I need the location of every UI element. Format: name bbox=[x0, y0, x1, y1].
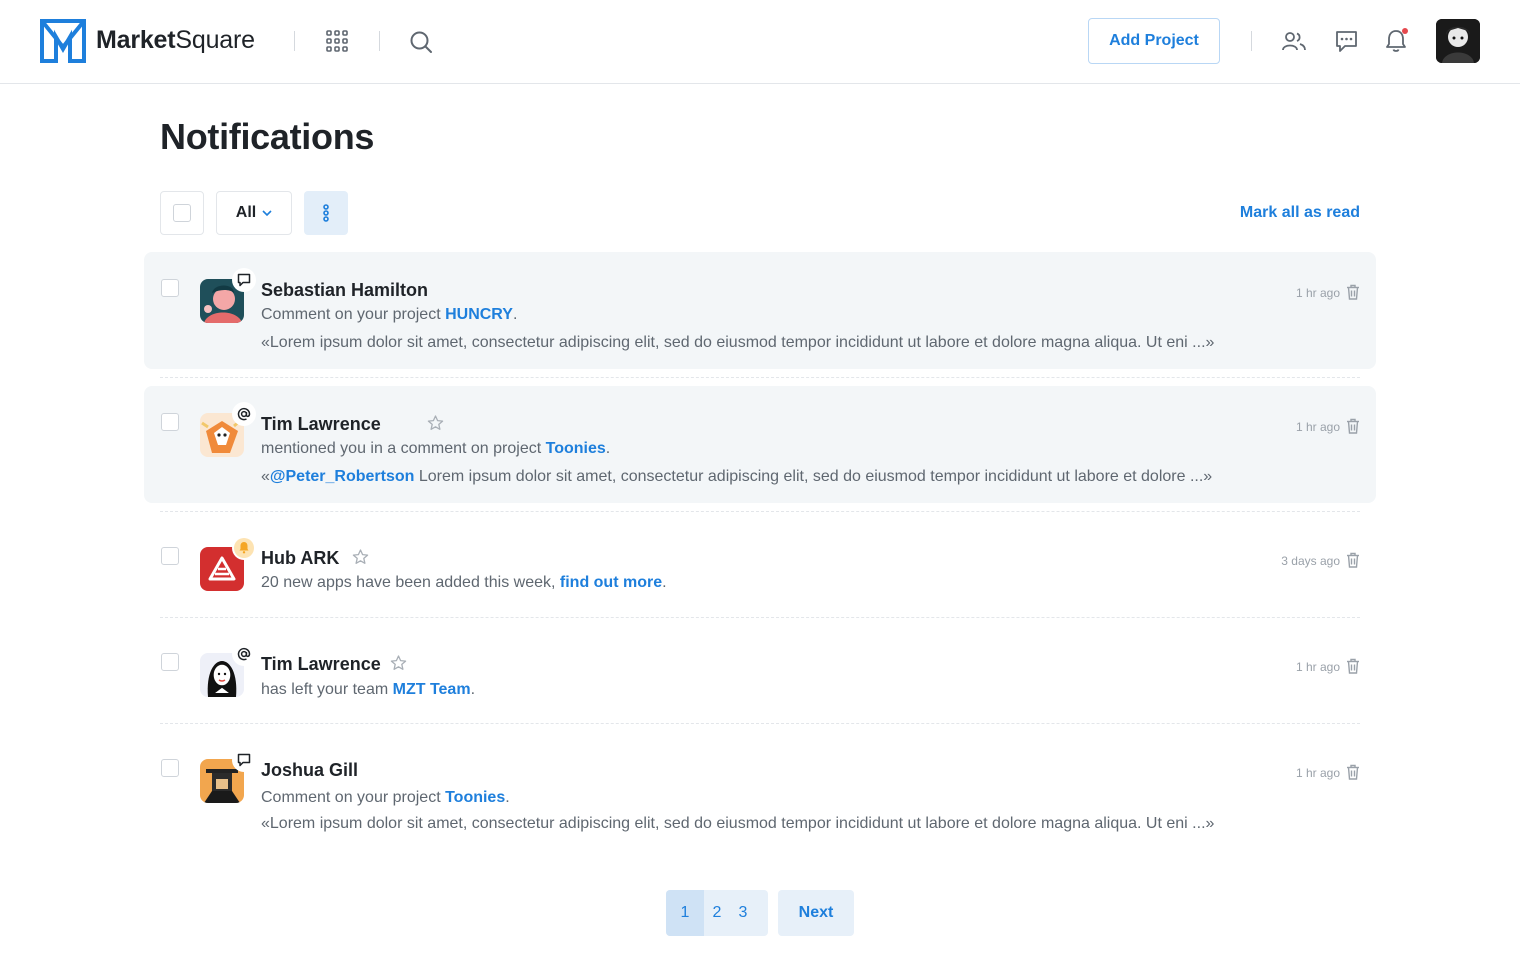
mention-link[interactable]: @Peter_Robertson bbox=[270, 468, 415, 485]
notification-sender-name[interactable]: Joshua Gill bbox=[261, 760, 358, 781]
project-link[interactable]: Toonies bbox=[445, 789, 505, 806]
notification-item[interactable]: Hub ARK 20 new apps have been added this… bbox=[144, 520, 1376, 610]
timestamp: 1 hr ago bbox=[1295, 766, 1340, 780]
brand-name[interactable]: MarketSquare bbox=[96, 26, 255, 55]
notification-action-text: mentioned you in a comment on project To… bbox=[261, 440, 611, 457]
notification-checkbox[interactable] bbox=[161, 279, 179, 297]
timestamp: 3 days ago bbox=[1281, 554, 1340, 568]
comment-excerpt: «Lorem ipsum dolor sit amet, consectetur… bbox=[261, 815, 1215, 832]
notification-checkbox[interactable] bbox=[161, 759, 179, 777]
find-out-more-link[interactable]: find out more bbox=[560, 574, 662, 591]
page-button-2[interactable]: 2 bbox=[704, 890, 730, 936]
notification-sender-name[interactable]: Tim Lawrence bbox=[261, 414, 381, 435]
team-link[interactable]: MZT Team bbox=[393, 681, 471, 698]
comment-icon bbox=[232, 268, 256, 292]
trash-icon[interactable] bbox=[1346, 658, 1360, 674]
user-avatar[interactable] bbox=[1436, 19, 1480, 63]
more-options-button[interactable] bbox=[304, 191, 348, 235]
chevron-down-icon bbox=[262, 210, 272, 216]
search-icon[interactable] bbox=[409, 30, 433, 54]
next-page-button[interactable]: Next bbox=[778, 890, 854, 936]
notification-item[interactable]: Sebastian Hamilton Comment on your proje… bbox=[144, 252, 1376, 369]
apps-grid-icon[interactable] bbox=[326, 30, 348, 52]
more-vertical-icon bbox=[323, 204, 329, 222]
messages-icon[interactable] bbox=[1335, 30, 1358, 53]
notification-checkbox[interactable] bbox=[161, 653, 179, 671]
unread-indicator-dot bbox=[1402, 28, 1408, 34]
page-button-1[interactable]: 1 bbox=[666, 890, 704, 936]
header-divider bbox=[294, 31, 295, 51]
timestamp: 1 hr ago bbox=[1295, 286, 1340, 300]
page-title: Notifications bbox=[160, 116, 375, 157]
add-project-button[interactable]: Add Project bbox=[1088, 18, 1220, 64]
notification-sender-name[interactable]: Sebastian Hamilton bbox=[261, 280, 428, 301]
notification-sender-name[interactable]: Tim Lawrence bbox=[261, 654, 381, 675]
star-icon[interactable] bbox=[427, 415, 444, 431]
top-header: MarketSquare Add Project bbox=[0, 0, 1520, 84]
marketsquare-logo[interactable] bbox=[40, 19, 86, 63]
header-divider bbox=[1251, 31, 1252, 51]
header-divider bbox=[379, 31, 380, 51]
trash-icon[interactable] bbox=[1346, 764, 1360, 780]
notification-action-text: 20 new apps have been added this week, f… bbox=[261, 574, 667, 591]
notification-action-text: has left your team MZT Team. bbox=[261, 681, 476, 698]
item-divider bbox=[160, 723, 1360, 724]
project-link[interactable]: Toonies bbox=[546, 440, 606, 457]
timestamp: 1 hr ago bbox=[1295, 420, 1340, 434]
mention-icon bbox=[232, 642, 256, 666]
comment-excerpt: «@Peter_Robertson Lorem ipsum dolor sit … bbox=[261, 468, 1213, 485]
item-divider bbox=[160, 617, 1360, 618]
item-divider bbox=[160, 377, 1360, 378]
checkbox-box bbox=[173, 204, 191, 222]
filter-dropdown[interactable]: All bbox=[216, 191, 292, 235]
star-icon[interactable] bbox=[390, 655, 407, 671]
notification-action-text: Comment on your project HUNCRY. bbox=[261, 306, 518, 323]
timestamp: 1 hr ago bbox=[1295, 660, 1340, 674]
notification-action-text: Comment on your project Toonies. bbox=[261, 789, 510, 806]
bell-icon bbox=[232, 536, 256, 560]
mark-all-read-link[interactable]: Mark all as read bbox=[1240, 204, 1360, 222]
star-icon[interactable] bbox=[352, 549, 369, 565]
notification-item[interactable]: Tim Lawrence mentioned you in a comment … bbox=[144, 386, 1376, 503]
comment-icon bbox=[232, 748, 256, 772]
notification-checkbox[interactable] bbox=[161, 547, 179, 565]
notification-checkbox[interactable] bbox=[161, 413, 179, 431]
pagination: 1 2 3 bbox=[666, 890, 768, 936]
notification-item[interactable]: Tim Lawrence has left your team MZT Team… bbox=[144, 626, 1376, 716]
project-link[interactable]: HUNCRY bbox=[445, 306, 513, 323]
mention-icon bbox=[232, 402, 256, 426]
notification-item[interactable]: Joshua Gill Comment on your project Toon… bbox=[144, 732, 1376, 849]
trash-icon[interactable] bbox=[1346, 418, 1360, 434]
comment-excerpt: «Lorem ipsum dolor sit amet, consectetur… bbox=[261, 334, 1215, 351]
select-all-checkbox[interactable] bbox=[160, 191, 204, 235]
page-button-3[interactable]: 3 bbox=[730, 890, 756, 936]
users-icon[interactable] bbox=[1282, 30, 1306, 52]
trash-icon[interactable] bbox=[1346, 284, 1360, 300]
notification-sender-name[interactable]: Hub ARK bbox=[261, 548, 339, 569]
trash-icon[interactable] bbox=[1346, 552, 1360, 568]
filter-label: All bbox=[235, 204, 257, 221]
item-divider bbox=[160, 511, 1360, 512]
